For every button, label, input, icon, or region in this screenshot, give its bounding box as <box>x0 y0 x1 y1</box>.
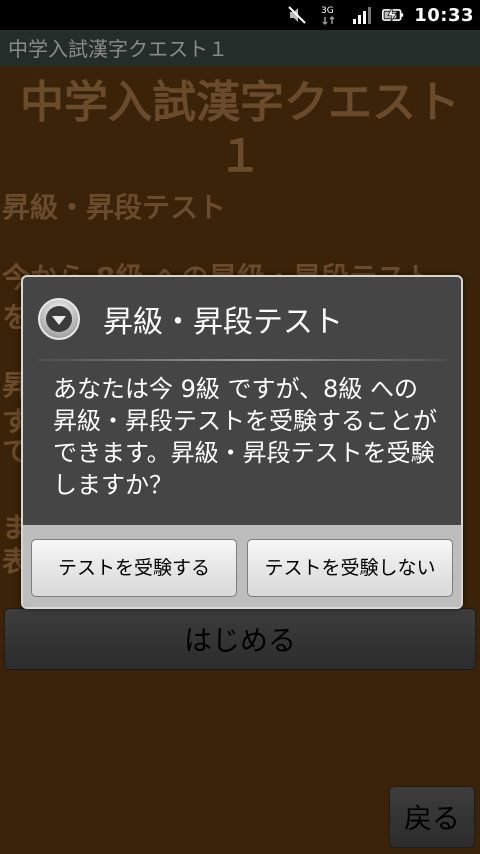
status-bar: 3G 10:33 <box>0 0 480 30</box>
network-type-label: 3G <box>321 6 334 16</box>
dialog-divider <box>37 359 447 361</box>
page-title: 中学入試漢字クエスト１ <box>20 77 460 182</box>
dialog-title: 昇級・昇段テスト <box>103 305 343 340</box>
app-title: 中学入試漢字クエスト１ <box>8 37 228 61</box>
start-button[interactable]: はじめる <box>4 608 476 670</box>
dropdown-circle-icon <box>37 297 81 341</box>
status-time: 10:33 <box>414 4 474 26</box>
take-test-button[interactable]: テストを受験する <box>31 539 237 597</box>
status-icons: 3G 10:33 <box>286 3 474 27</box>
app-title-bar: 中学入試漢字クエスト１ <box>0 30 480 66</box>
back-button[interactable]: 戻る <box>389 786 475 848</box>
dialog-header: 昇級・昇段テスト <box>23 277 461 357</box>
dialog-button-bar: テストを受験する テストを受験しない <box>23 525 461 607</box>
battery-charging-icon <box>382 4 404 26</box>
signal-icon <box>350 4 372 26</box>
dialog-message: あなたは今 9級 ですが、8級 への昇級・昇段テストを受験することができます。昇… <box>53 375 437 499</box>
mute-icon <box>286 4 308 26</box>
section-heading: 昇級・昇段テスト <box>2 191 227 224</box>
network-3g-icon: 3G <box>318 4 340 26</box>
skip-test-button[interactable]: テストを受験しない <box>247 539 453 597</box>
test-dialog: 昇級・昇段テスト あなたは今 9級 ですが、8級 への昇級・昇段テストを受験する… <box>21 275 463 609</box>
